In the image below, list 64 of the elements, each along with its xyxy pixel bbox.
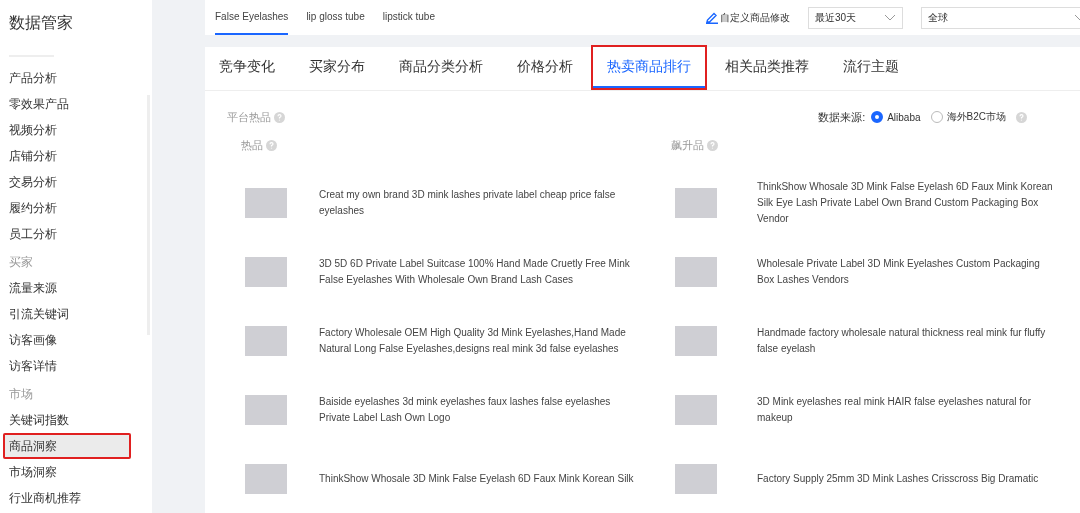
product-title[interactable]: Wholesale Private Label 3D Mink Eyelashes Custom Packaging Box Lashes Vendors [757,255,1057,288]
sidebar-item[interactable]: 访客详情 [3,353,131,379]
sidebar-item[interactable]: 商品洞察 [3,433,131,459]
photo-placeholder[interactable] [675,463,717,494]
column-title: 热品 [241,137,263,153]
radio-button[interactable] [871,111,884,123]
product-tab[interactable]: lip gloss tube [306,0,365,35]
sidebar-item[interactable]: 零效果产品 [3,91,131,117]
region-select[interactable]: 全球 [921,6,1080,29]
tab[interactable]: 流行主题 [843,47,899,88]
photo-placeholder[interactable] [245,463,287,494]
sidebar-item[interactable]: 流量来源 [3,275,131,301]
help-icon[interactable] [707,139,718,151]
help-icon[interactable] [274,111,285,123]
photo-placeholder[interactable] [675,325,717,356]
radio-label[interactable]: Alibaba [887,111,921,123]
sidebar-item[interactable]: 店铺分析 [3,143,131,169]
tab[interactable]: 买家分布 [309,47,365,88]
product-title[interactable]: ThinkShow Whosale 3D Mink False Eyelash 6D Faux Mink Korean Silk [319,470,637,487]
sidebar-section-header: 买家 [8,254,34,271]
tab[interactable]: 相关品类推荐 [725,47,809,88]
sidebar-item[interactable]: 视频分析 [3,117,131,143]
photo-placeholder[interactable] [675,256,717,287]
product-title[interactable]: Handmade factory wholesale natural thickness real mink fur fluffy false eyelash [757,324,1057,357]
sidebar-item[interactable]: 履约分析 [3,195,131,221]
photo-placeholder[interactable] [675,187,717,218]
edit-products-link[interactable]: 自定义商品修改 [720,10,790,25]
photo-placeholder[interactable] [245,325,287,356]
product-title[interactable]: Factory Supply 25mm 3D Mink Lashes Crisscross Big Dramatic [757,470,1057,487]
sidebar-section-header: 市场 [8,386,34,403]
data-source-label: 数据来源: [818,109,866,125]
tab[interactable]: 价格分析 [517,47,573,88]
sidebar-item[interactable]: 引流关键词 [3,301,131,327]
sidebar-item[interactable]: 访客画像 [3,327,131,353]
sidebar-title: 数据管家 [9,13,74,33]
help-icon[interactable] [1016,111,1027,123]
pencil-icon[interactable] [706,11,718,24]
radio-label[interactable]: 海外B2C市场 [946,110,1006,124]
sidebar-item[interactable]: 交易分析 [3,169,131,195]
product-title[interactable]: Baiside eyelashes 3d mink eyelashes faux lashes false eyelashes Private Label Lash Own Logo [319,393,637,426]
sidebar-item[interactable]: 产品分析 [3,65,131,91]
sidebar-item[interactable]: 行业商机推荐 [3,485,131,511]
tab[interactable]: 竞争变化 [219,47,275,88]
product-title[interactable]: 3D Mink eyelashes real mink HAIR false eyelashes natural for makeup [757,393,1057,426]
product-tab[interactable]: False Eyelashes [215,0,289,35]
period-select[interactable]: 最近30天 [808,6,903,29]
photo-placeholder[interactable] [245,187,287,218]
product-tab[interactable]: lipstick tube [382,0,435,35]
help-icon[interactable] [266,139,277,151]
tab[interactable]: 商品分类分析 [399,47,483,88]
product-title[interactable]: ThinkShow Whosale 3D Mink False Eyelash 6D Faux Mink Korean Silk Eye Lash Private Label Own Brand Custom Packaging Box Vendor [757,178,1057,227]
sidebar-item[interactable]: 员工分析 [3,221,131,247]
sidebar-item[interactable]: 市场洞察 [3,459,131,485]
section-title: 平台热品 [227,109,271,125]
product-title[interactable]: Factory Wholesale OEM High Quality 3d Mink Eyelashes,Hand Made Natural Long False Eyelashes,designs real mink 3d false eyelashes [319,324,637,357]
photo-placeholder[interactable] [675,394,717,425]
tab[interactable]: 热卖商品排行 [593,47,705,88]
column-title: 飙升品 [671,137,704,153]
sidebar-item[interactable]: 关键词指数 [3,407,131,433]
photo-placeholder[interactable] [245,394,287,425]
chevron-down-icon [884,13,896,22]
product-title[interactable]: 3D 5D 6D Private Label Suitcase 100% Hand Made Cruetly Free Mink False Eyelashes With Wholesale Own Brand Lash Cases [319,255,637,288]
product-title[interactable]: Creat my own brand 3D mink lashes private label cheap price false eyelashes [319,186,637,219]
photo-placeholder[interactable] [245,256,287,287]
